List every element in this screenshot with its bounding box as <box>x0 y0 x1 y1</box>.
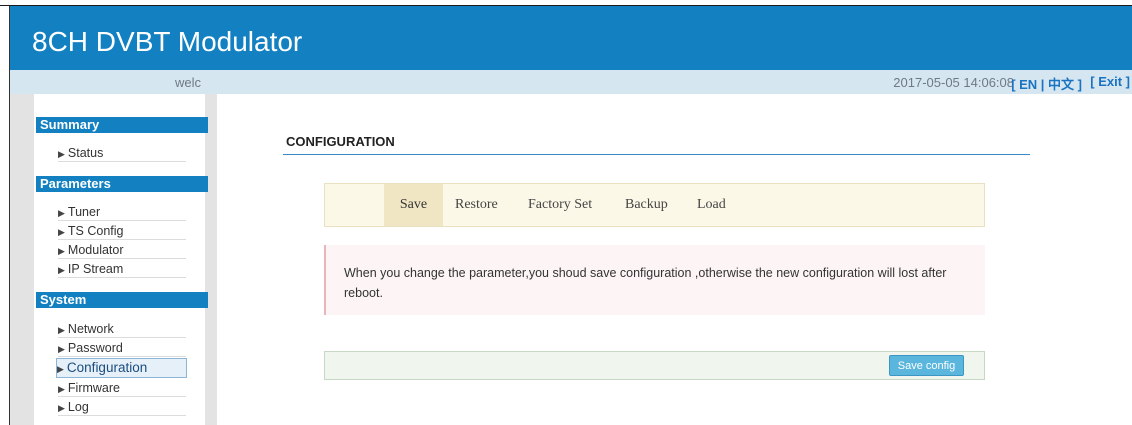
section-parameters: Parameters <box>36 176 208 192</box>
arrow-right-icon: ▶ <box>58 384 65 394</box>
sidebar-item-label: TS Config <box>67 224 124 238</box>
sidebar-item-firmware[interactable]: ▶ Firmware <box>58 379 186 397</box>
arrow-right-icon: ▶ <box>58 208 65 218</box>
sidebar-item-log[interactable]: ▶ Log <box>58 398 186 416</box>
sidebar-item-status[interactable]: ▶ Status <box>58 144 186 162</box>
info-message: When you change the parameter,you shoud … <box>324 245 985 315</box>
datetime: 2017-05-05 14:06:08 <box>893 75 1014 90</box>
tab-restore[interactable]: Restore <box>455 184 498 226</box>
sidebar-item-label: Firmware <box>67 381 121 395</box>
arrow-right-icon: ▶ <box>58 227 65 237</box>
exit-link[interactable]: [ Exit ] <box>1090 74 1130 89</box>
arrow-right-icon: ▶ <box>58 149 65 159</box>
tab-save[interactable]: Save <box>384 184 443 226</box>
save-config-button[interactable]: Save config <box>889 355 964 376</box>
sidebar-item-label: IP Stream <box>67 262 124 276</box>
sidebar-item-password[interactable]: ▶ Password <box>58 339 186 357</box>
action-bar <box>324 351 985 380</box>
sidebar-item-modulator[interactable]: ▶ Modulator <box>58 241 186 259</box>
sidebar-item-label: Modulator <box>67 243 124 257</box>
arrow-right-icon: ▶ <box>58 265 65 275</box>
sidebar-item-label: Log <box>67 400 89 414</box>
section-system: System <box>36 292 208 308</box>
page-title: CONFIGURATION <box>286 134 395 149</box>
tab-factory-set[interactable]: Factory Set <box>528 184 592 226</box>
arrow-right-icon: ▶ <box>58 246 65 256</box>
config-tabs: Save Restore Factory Set Backup Load <box>324 183 985 227</box>
tab-load[interactable]: Load <box>697 184 726 226</box>
language-switch[interactable]: [ EN | 中文 ] <box>1011 74 1082 93</box>
tab-backup[interactable]: Backup <box>625 184 668 226</box>
welcome-text: welc <box>175 75 202 90</box>
sidebar-item-ts-config[interactable]: ▶ TS Config <box>58 222 186 240</box>
arrow-right-icon: ▶ <box>58 325 65 335</box>
sidebar-item-label: Configuration <box>66 360 148 375</box>
sidebar-item-label: Password <box>67 341 123 355</box>
app-title: 8CH DVBT Modulator <box>32 26 303 57</box>
sidebar-item-network[interactable]: ▶ Network <box>58 320 186 338</box>
sidebar-item-ip-stream[interactable]: ▶ IP Stream <box>58 260 186 278</box>
title-divider <box>283 154 1030 155</box>
sidebar-item-tuner[interactable]: ▶ Tuner <box>58 203 186 221</box>
header: 8CH DVBT Modulator <box>10 6 1132 70</box>
arrow-right-icon: ▶ <box>57 364 64 374</box>
sidebar-item-configuration[interactable]: ▶ Configuration <box>56 358 187 378</box>
sidebar-item-label: Network <box>67 322 114 336</box>
sidebar-item-label: Status <box>67 146 104 160</box>
section-summary: Summary <box>36 117 208 133</box>
status-bar: welc 2017-05-05 14:06:08 [ EN | 中文 ] [ E… <box>10 70 1132 94</box>
arrow-right-icon: ▶ <box>58 344 65 354</box>
sidebar-item-label: Tuner <box>67 205 101 219</box>
arrow-right-icon: ▶ <box>58 403 65 413</box>
